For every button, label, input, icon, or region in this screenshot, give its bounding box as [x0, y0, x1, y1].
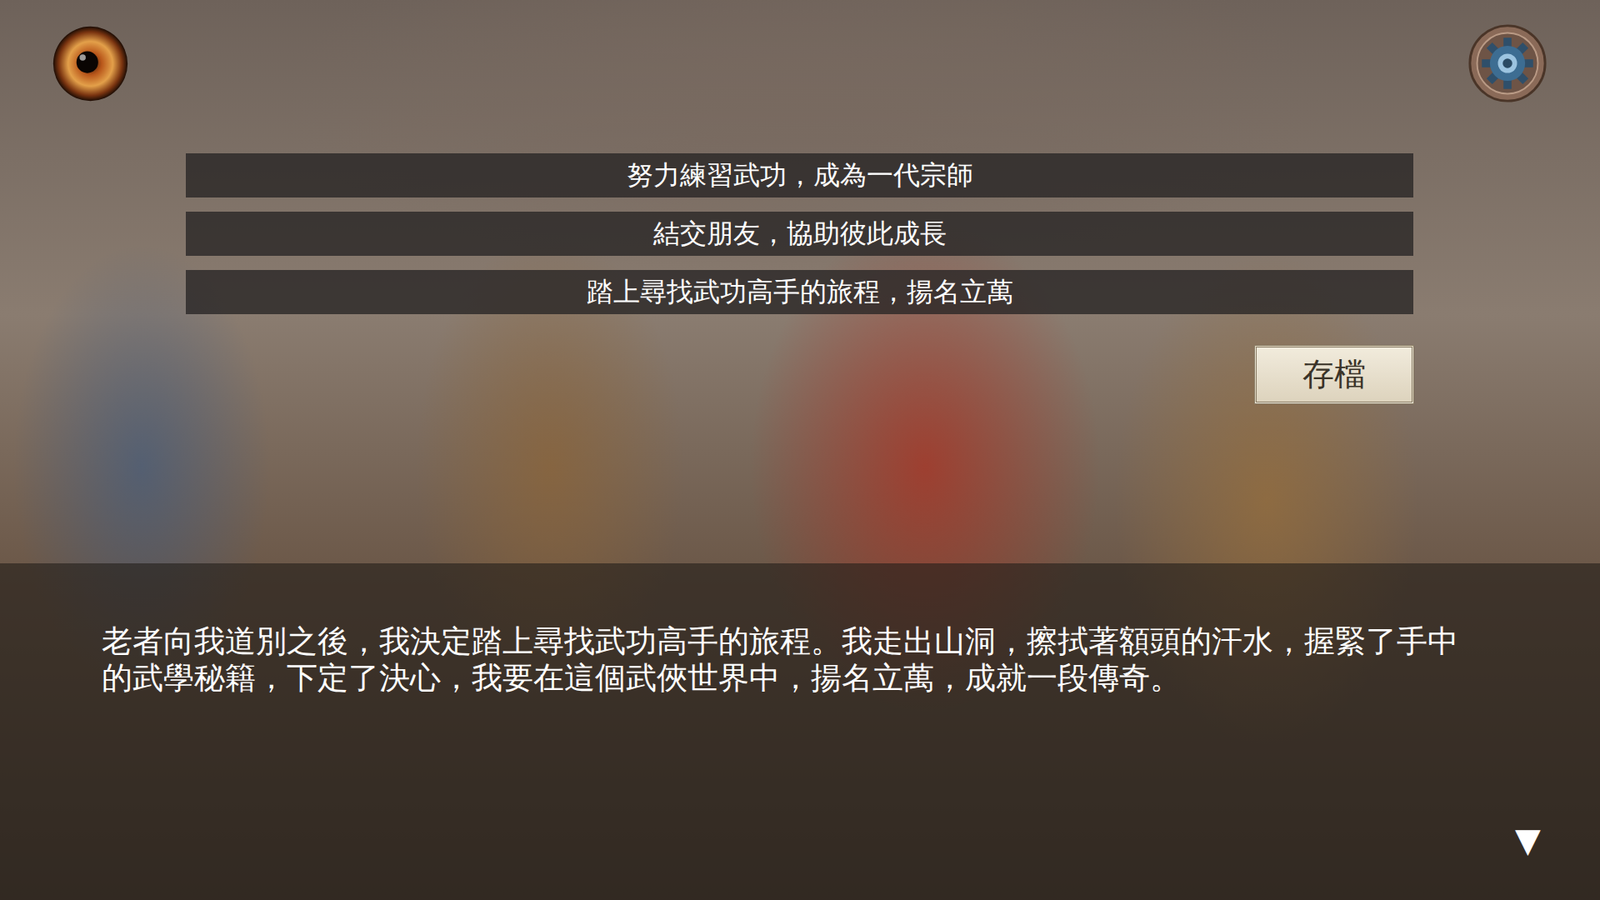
choice-option[interactable]: 結交朋友，協助彼此成長	[185, 211, 1414, 256]
eye-icon[interactable]	[51, 25, 130, 103]
choice-option[interactable]: 踏上尋找武功高手的旅程，揚名立萬	[185, 270, 1414, 315]
dialogue-text: 老者向我道別之後，我決定踏上尋找武功高手的旅程。我走出山洞，擦拭著額頭的汗水，握…	[101, 623, 1484, 697]
ui-layer: 努力練習武功，成為一代宗師結交朋友，協助彼此成長踏上尋找武功高手的旅程，揚名立萬…	[0, 0, 1600, 900]
choice-option[interactable]: 努力練習武功，成為一代宗師	[185, 153, 1414, 198]
settings-gear-icon[interactable]	[1467, 23, 1548, 104]
advance-indicator[interactable]: ▼	[1515, 823, 1541, 857]
dialogue-box[interactable]: 老者向我道別之後，我決定踏上尋找武功高手的旅程。我走出山洞，擦拭著額頭的汗水，握…	[0, 563, 1600, 900]
game-screen: 努力練習武功，成為一代宗師結交朋友，協助彼此成長踏上尋找武功高手的旅程，揚名立萬…	[0, 0, 1600, 900]
save-button[interactable]: 存檔	[1254, 345, 1415, 405]
choice-list: 努力練習武功，成為一代宗師結交朋友，協助彼此成長踏上尋找武功高手的旅程，揚名立萬	[185, 0, 1414, 315]
